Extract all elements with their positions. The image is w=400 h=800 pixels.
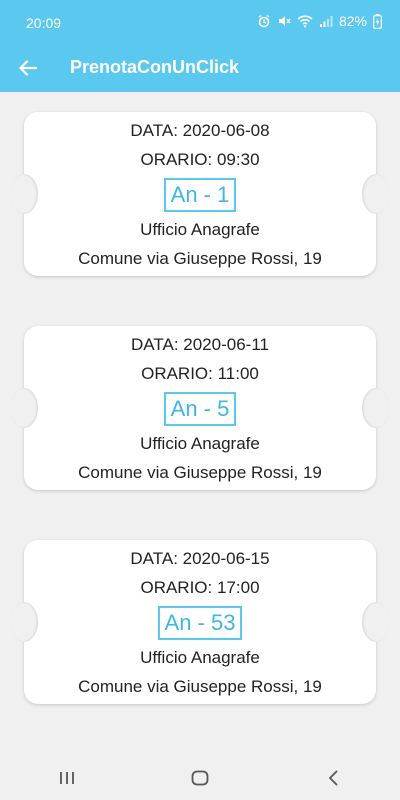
ticket-time: ORARIO: 09:30 — [140, 150, 260, 169]
battery-charging-icon — [373, 13, 382, 29]
ticket-card[interactable]: DATA: 2020-06-15 ORARIO: 17:00 An - 53 U… — [10, 540, 390, 704]
ticket-office: Ufficio Anagrafe — [140, 648, 260, 667]
back-button[interactable] — [14, 54, 42, 82]
mute-icon — [277, 14, 291, 28]
app-title: PrenotaConUnClick — [70, 57, 240, 77]
ticket-card[interactable]: DATA: 2020-06-08 ORARIO: 09:30 An - 1 Uf… — [10, 112, 390, 276]
app-bar: PrenotaConUnClick — [0, 44, 400, 92]
signal-icon — [319, 14, 333, 28]
ticket-code: An - 53 — [157, 606, 243, 640]
ticket-office: Ufficio Anagrafe — [140, 220, 260, 239]
system-nav-bar — [0, 756, 400, 800]
ticket-address: Comune via Giuseppe Rossi, 19 — [78, 677, 322, 696]
ticket-date: DATA: 2020-06-15 — [130, 549, 270, 568]
ticket-code: An - 1 — [163, 178, 237, 212]
home-icon — [191, 770, 209, 786]
ticket-office: Ufficio Anagrafe — [140, 434, 260, 453]
ticket-card[interactable]: DATA: 2020-06-11 ORARIO: 11:00 An - 5 Uf… — [10, 326, 390, 490]
ticket-time: ORARIO: 11:00 — [141, 364, 259, 383]
ticket-date: DATA: 2020-06-11 — [131, 335, 269, 354]
arrow-left-icon — [19, 60, 37, 76]
ticket-address: Comune via Giuseppe Rossi, 19 — [78, 463, 322, 482]
ticket-time: ORARIO: 17:00 — [140, 578, 260, 597]
recent-apps-icon — [59, 772, 74, 784]
status-bar: 20:09 82% — [0, 0, 400, 44]
ticket-address: Comune via Giuseppe Rossi, 19 — [78, 249, 322, 268]
battery-percent: 82% — [338, 13, 367, 29]
ticket-code: An - 5 — [163, 392, 237, 426]
ticket-date: DATA: 2020-06-08 — [130, 121, 270, 140]
recent-apps-button[interactable] — [47, 758, 87, 798]
wifi-icon — [297, 14, 313, 28]
status-time: 20:09 — [26, 15, 62, 31]
alarm-icon — [257, 14, 271, 28]
home-button[interactable] — [180, 758, 220, 798]
status-icons: 82% — [257, 13, 382, 29]
back-icon — [329, 770, 338, 786]
nav-back-button[interactable] — [313, 758, 353, 798]
